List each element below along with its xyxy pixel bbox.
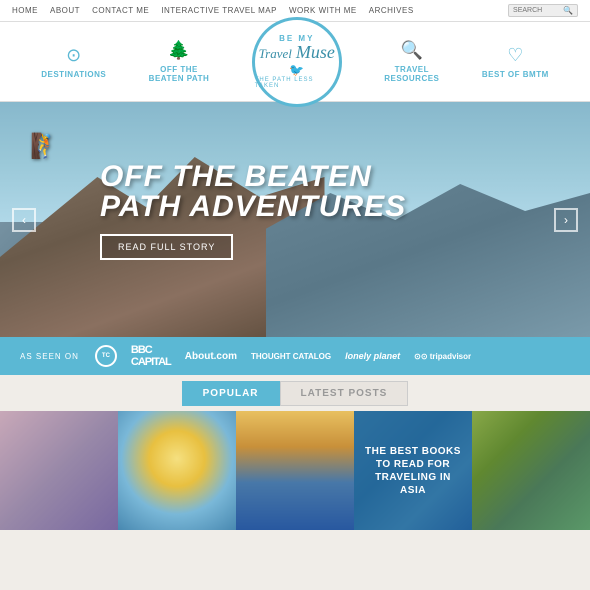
destinations-icon: ⊙ bbox=[66, 45, 81, 66]
search-icon[interactable]: 🔍 bbox=[563, 6, 573, 15]
thumb-1[interactable] bbox=[0, 411, 118, 530]
nav-archives[interactable]: ARCHIVES bbox=[369, 6, 414, 15]
as-seen-on-bar: AS SEEN ON TC BBCCAPITAL About.com THOUG… bbox=[0, 337, 590, 375]
logo-main-text: Travel Muse bbox=[259, 43, 335, 63]
brand-logos: TC BBCCAPITAL About.com THOUGHT CATALOG … bbox=[95, 344, 570, 368]
tc-logo: TC bbox=[95, 345, 117, 367]
nav-travel-map[interactable]: INTERACTIVE TRAVEL MAP bbox=[161, 6, 277, 15]
thumbnails-grid: THE BEST BOOKS TO READ FOR TRAVELING IN … bbox=[0, 411, 590, 530]
hero-next-button[interactable]: › bbox=[554, 208, 578, 232]
nav-work-with-me[interactable]: WORK WITH ME bbox=[289, 6, 357, 15]
hero-section: 🧗 OFF THE BEATEN PATH ADVENTURES READ FU… bbox=[0, 102, 590, 337]
hero-person: 🧗 bbox=[30, 132, 60, 161]
best-of-bmtm-label: BEST OF BMTM bbox=[482, 70, 549, 79]
popular-tab[interactable]: POPULAR bbox=[182, 381, 280, 406]
nav-travel-resources[interactable]: 🔍 TRAVEL RESOURCES bbox=[384, 40, 439, 83]
about-com-logo: About.com bbox=[185, 351, 237, 362]
read-full-story-button[interactable]: READ FULL STORY bbox=[100, 234, 233, 260]
nav-home[interactable]: HOME bbox=[12, 6, 38, 15]
nav-about[interactable]: ABOUT bbox=[50, 6, 80, 15]
thumb-5[interactable] bbox=[472, 411, 590, 530]
thumb-2[interactable] bbox=[118, 411, 236, 530]
nav-off-beaten[interactable]: 🌲 OFF THE BEATEN PATH bbox=[149, 40, 210, 83]
tree-icon: 🌲 bbox=[168, 40, 190, 61]
thumb-4-overlay: THE BEST BOOKS TO READ FOR TRAVELING IN … bbox=[354, 411, 472, 530]
bbc-capital-logo: BBCCAPITAL bbox=[131, 344, 171, 368]
destinations-label: DESTINATIONS bbox=[41, 70, 106, 79]
nav-contact[interactable]: CONTACT ME bbox=[92, 6, 149, 15]
top-nav-links: HOME ABOUT CONTACT ME INTERACTIVE TRAVEL… bbox=[12, 6, 414, 15]
bird-icon: 🐦 bbox=[289, 63, 304, 77]
content-tabs: POPULAR LATEST POSTS bbox=[0, 375, 590, 411]
nav-destinations[interactable]: ⊙ DESTINATIONS bbox=[41, 45, 106, 79]
search-input[interactable] bbox=[513, 7, 563, 14]
off-beaten-label: OFF THE BEATEN PATH bbox=[149, 65, 210, 83]
logo-sub-text: THE PATH LESS TAKEN bbox=[255, 77, 339, 89]
hero-title: OFF THE BEATEN PATH ADVENTURES bbox=[100, 162, 406, 222]
logo-circle: BE MY Travel Muse 🐦 THE PATH LESS TAKEN bbox=[252, 17, 342, 107]
lonely-planet-logo: lonely planet bbox=[345, 351, 400, 361]
latest-posts-tab[interactable]: LATEST POSTS bbox=[280, 381, 409, 406]
travel-resources-label: TRAVEL RESOURCES bbox=[384, 65, 439, 83]
site-logo[interactable]: BE MY Travel Muse 🐦 THE PATH LESS TAKEN bbox=[252, 17, 342, 107]
main-nav: ⊙ DESTINATIONS 🌲 OFF THE BEATEN PATH BE … bbox=[0, 22, 590, 102]
thumb-4[interactable]: THE BEST BOOKS TO READ FOR TRAVELING IN … bbox=[354, 411, 472, 530]
tripadvisor-logo: ⊙⊙ tripadvisor bbox=[414, 352, 471, 361]
as-seen-on-label: AS SEEN ON bbox=[20, 352, 79, 361]
search-box[interactable]: 🔍 bbox=[508, 4, 578, 17]
nav-best-of-bmtm[interactable]: ♡ BEST OF BMTM bbox=[482, 45, 549, 79]
hero-text-overlay: OFF THE BEATEN PATH ADVENTURES READ FULL… bbox=[100, 162, 406, 260]
thumb-4-text: THE BEST BOOKS TO READ FOR TRAVELING IN … bbox=[362, 445, 464, 497]
thought-catalog-logo: THOUGHT CATALOG bbox=[251, 352, 331, 361]
thumb-3[interactable] bbox=[236, 411, 354, 530]
heart-icon: ♡ bbox=[507, 45, 523, 66]
hero-prev-button[interactable]: ‹ bbox=[12, 208, 36, 232]
search-nav-icon: 🔍 bbox=[401, 40, 423, 61]
